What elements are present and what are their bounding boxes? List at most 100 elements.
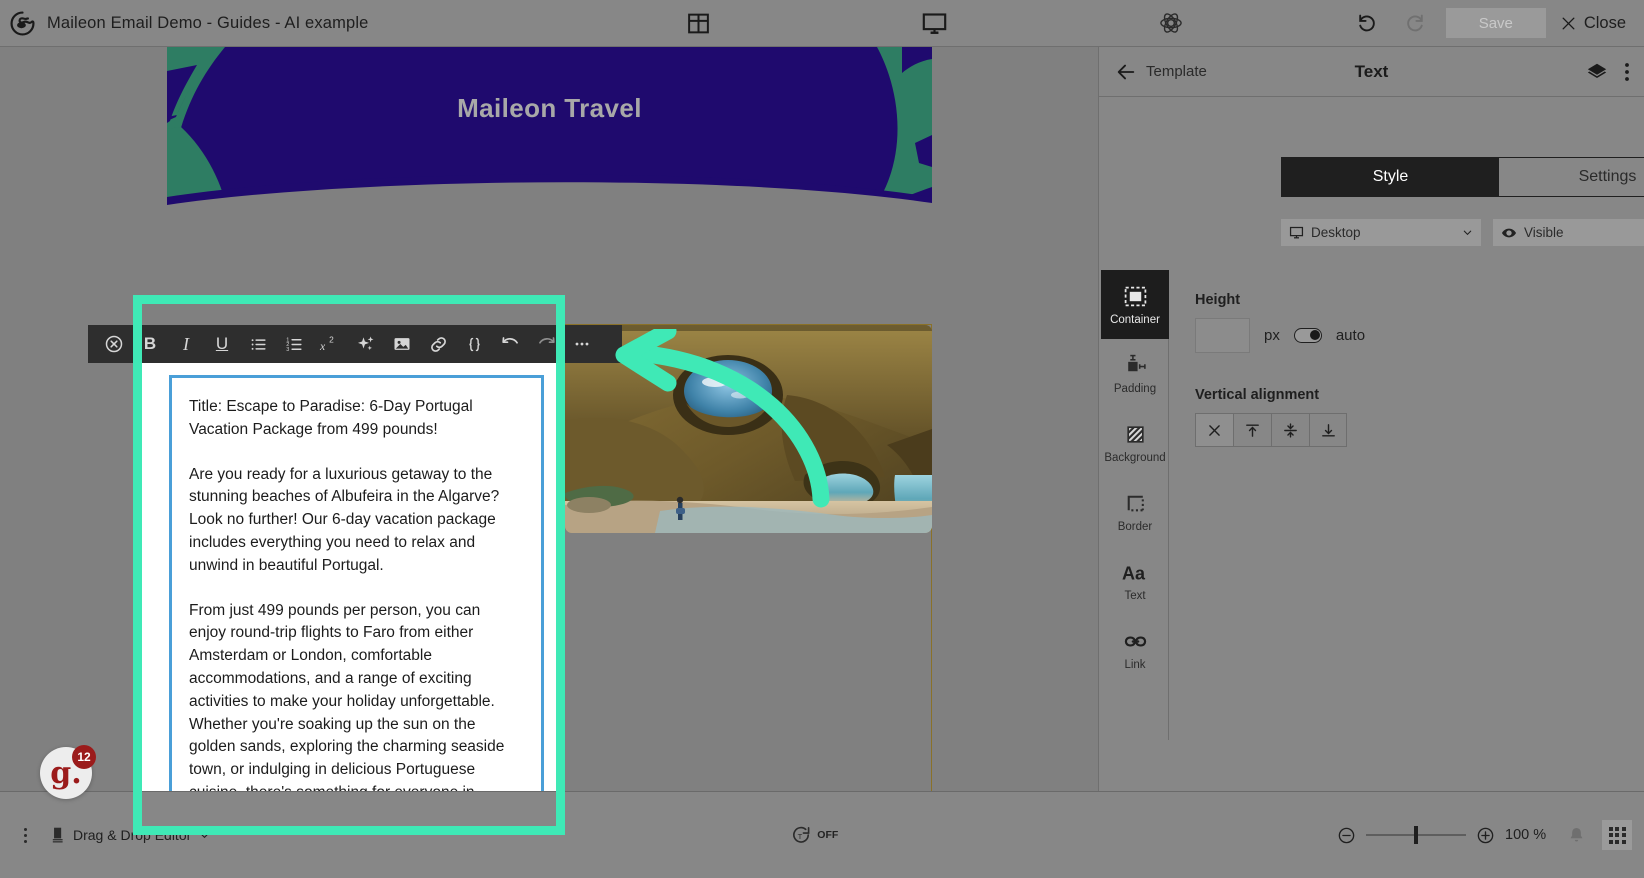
height-row: px auto: [1195, 318, 1625, 353]
undo-icon[interactable]: [492, 326, 528, 362]
desktop-preview-icon[interactable]: [918, 6, 952, 40]
email-editor-app: Maileon Email Demo - Guides - AI example: [0, 0, 1644, 878]
ai-sparkle-icon[interactable]: [348, 326, 384, 362]
layers-icon[interactable]: [1586, 61, 1608, 83]
email-canvas[interactable]: Maileon Travel Title: Escape to Paradise…: [0, 47, 1098, 791]
mobile-device-icon: [52, 827, 63, 843]
svg-text:x: x: [319, 340, 326, 353]
insert-image-icon[interactable]: [384, 326, 420, 362]
zoom-out-icon[interactable]: [1337, 826, 1356, 845]
rail-item-background[interactable]: Background: [1101, 408, 1169, 477]
valign-top-button[interactable]: [1233, 413, 1271, 447]
atom-icon[interactable]: [1154, 6, 1188, 40]
superscript-icon[interactable]: x 2: [312, 326, 348, 362]
zoom-control: 100 %: [1337, 826, 1551, 845]
chevron-down-icon: [201, 833, 209, 838]
zoom-in-icon[interactable]: [1476, 826, 1495, 845]
rail-item-background-label: Background: [1104, 451, 1166, 464]
container-icon: [1124, 286, 1146, 306]
chevron-down-icon: [1463, 230, 1472, 236]
zoom-slider[interactable]: [1366, 826, 1466, 844]
insert-link-icon[interactable]: [420, 326, 456, 362]
height-label: Height: [1195, 292, 1241, 308]
container-properties: Height px auto Vertical alignment: [1195, 292, 1625, 447]
rail-item-border-label: Border: [1117, 520, 1153, 533]
maileon-logo-icon: [10, 10, 35, 36]
top-toolbar: Maileon Email Demo - Guides - AI example: [0, 0, 1644, 47]
close-button-label: Close: [1583, 13, 1626, 32]
bottom-bar-left: Drag & Drop Editor: [0, 827, 210, 843]
back-to-template-label: Template: [1146, 63, 1207, 80]
text-block-content[interactable]: Title: Escape to Paradise: 6-Day Portuga…: [172, 378, 541, 791]
zoom-value: 100 %: [1505, 827, 1547, 843]
kebab-menu-icon[interactable]: [1624, 61, 1630, 83]
bold-icon[interactable]: B: [132, 326, 168, 362]
eye-icon: [1502, 228, 1516, 237]
rail-item-padding[interactable]: Padding: [1101, 339, 1169, 408]
align-middle-icon: [1284, 422, 1297, 438]
rail-item-text[interactable]: Aa Text: [1101, 546, 1169, 615]
underline-icon[interactable]: U: [204, 326, 240, 362]
svg-text:Aa: Aa: [1122, 563, 1146, 583]
device-select-value: Desktop: [1311, 225, 1361, 240]
text-aa-icon: Aa: [1122, 563, 1146, 583]
align-top-icon: [1246, 423, 1259, 437]
rail-item-padding-label: Padding: [1113, 382, 1157, 395]
text-block-selection-outline[interactable]: Title: Escape to Paradise: 6-Day Portuga…: [169, 375, 544, 791]
redo-icon[interactable]: [528, 326, 564, 362]
rail-item-border[interactable]: Border: [1101, 477, 1169, 546]
undo-icon[interactable]: [1350, 6, 1384, 40]
visibility-select[interactable]: Visible: [1493, 219, 1644, 246]
tab-settings[interactable]: Settings: [1499, 158, 1644, 196]
text-paragraph: Title: Escape to Paradise: 6-Day Portuga…: [189, 398, 473, 438]
apps-grid-icon[interactable]: [1602, 820, 1632, 850]
rich-text-toolbar[interactable]: B I U 1 2 3 x 2: [88, 325, 622, 363]
panel-header: Template Text: [1099, 47, 1644, 97]
svg-text:2: 2: [329, 334, 334, 344]
valign-middle-button[interactable]: [1271, 413, 1309, 447]
valign-none-button[interactable]: [1195, 413, 1233, 447]
tab-style[interactable]: Style: [1282, 158, 1499, 196]
autosave-indicator[interactable]: T OFF: [790, 824, 838, 847]
italic-icon[interactable]: I: [168, 326, 204, 362]
x-icon: [1209, 424, 1220, 436]
valign-bottom-button[interactable]: [1309, 413, 1347, 447]
more-options-icon[interactable]: [564, 326, 600, 362]
close-button[interactable]: Close: [1560, 14, 1630, 33]
save-button[interactable]: Save: [1445, 8, 1546, 38]
border-icon: [1127, 495, 1144, 511]
code-braces-icon[interactable]: [456, 326, 492, 362]
zoom-slider-thumb[interactable]: [1414, 826, 1418, 844]
editor-selector-label: Drag & Drop Editor: [73, 827, 192, 843]
text-paragraph: Are you ready for a luxurious getaway to…: [189, 465, 500, 574]
close-icon: [1562, 17, 1575, 29]
top-toolbar-center: [560, 6, 1350, 40]
numbered-list-icon[interactable]: 1 2 3: [276, 326, 312, 362]
layout-grid-icon[interactable]: [681, 6, 715, 40]
email-banner[interactable]: Maileon Travel: [167, 47, 932, 217]
back-to-template-button[interactable]: Template: [1099, 61, 1207, 83]
style-section-rail: Container Padding Background Border Aa T…: [1101, 270, 1169, 740]
height-auto-label: auto: [1335, 327, 1366, 344]
rail-item-link[interactable]: Link: [1101, 615, 1169, 684]
autosave-state: OFF: [817, 829, 839, 841]
vertical-alignment-label: Vertical alignment: [1195, 387, 1320, 403]
bell-icon[interactable]: [1567, 825, 1586, 846]
redo-icon[interactable]: [1398, 6, 1432, 40]
vertical-alignment-group: [1195, 413, 1625, 447]
device-select[interactable]: Desktop: [1281, 219, 1481, 246]
kebab-menu-icon[interactable]: [14, 827, 36, 843]
document-title: Maileon Email Demo - Guides - AI example: [47, 13, 369, 32]
link-icon: [1124, 635, 1146, 647]
text-block-card[interactable]: Title: Escape to Paradise: 6-Day Portuga…: [142, 351, 556, 791]
svg-text:T: T: [798, 831, 803, 840]
height-auto-toggle[interactable]: [1293, 328, 1322, 343]
rail-item-container[interactable]: Container: [1101, 270, 1169, 339]
help-widget-button[interactable]: g. 12: [40, 745, 96, 799]
monitor-icon: [1289, 226, 1304, 239]
close-editor-icon[interactable]: [96, 326, 132, 362]
bullet-list-icon[interactable]: [240, 326, 276, 362]
rail-item-container-label: Container: [1110, 313, 1160, 326]
editor-selector[interactable]: Drag & Drop Editor: [52, 827, 210, 843]
height-input[interactable]: [1195, 318, 1250, 353]
